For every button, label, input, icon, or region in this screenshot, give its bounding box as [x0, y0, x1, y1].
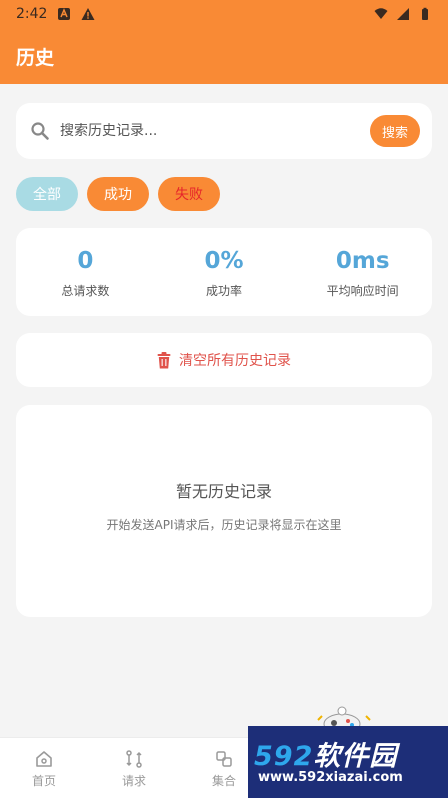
filter-success-chip[interactable]: 成功: [87, 177, 149, 211]
search-icon: [31, 122, 49, 140]
home-icon: [36, 751, 52, 767]
stat-value: 0ms: [335, 247, 390, 274]
nav-item-home[interactable]: 首页: [0, 738, 88, 798]
empty-state-subtitle: 开始发送API请求后，历史记录将显示在这里: [106, 517, 342, 532]
page-title: 历史: [16, 46, 55, 69]
site-watermark: 592软件园 www.592xiazai.com: [248, 704, 448, 798]
app-notification-icon: [58, 8, 71, 20]
stat-value: 0%: [204, 247, 244, 274]
stat-avg-response-time: 0ms 平均响应时间: [293, 228, 432, 316]
stats-card: 0 总请求数 0% 成功率 0ms 平均响应时间: [16, 228, 432, 316]
nav-item-requests[interactable]: 请求: [90, 738, 178, 798]
search-button[interactable]: 搜索: [370, 115, 420, 147]
empty-state-title: 暂无历史记录: [175, 481, 272, 501]
watermark-url: www.592xiazai.com: [258, 770, 403, 785]
clear-history-label: 清空所有历史记录: [179, 353, 291, 369]
status-time: 2:42: [16, 6, 48, 22]
wifi-icon: [374, 8, 388, 19]
stat-label: 总请求数: [61, 283, 110, 298]
empty-state-card: 暂无历史记录 开始发送API请求后，历史记录将显示在这里: [16, 405, 432, 617]
trash-icon: [157, 351, 171, 368]
stat-label: 成功率: [206, 283, 243, 298]
warning-icon: [81, 8, 95, 20]
watermark-brand-number: 592: [254, 741, 314, 772]
battery-icon: [422, 7, 428, 20]
filter-chips: 全部 成功 失败: [16, 177, 220, 211]
search-input[interactable]: [60, 123, 370, 139]
filter-failed-chip[interactable]: 失败: [158, 177, 220, 211]
search-bar: 搜索: [16, 103, 432, 159]
nav-label: 集合: [211, 774, 236, 788]
stat-value: 0: [77, 247, 94, 274]
request-icon: [126, 750, 142, 768]
status-bar: 2:42: [0, 0, 448, 28]
stat-success-rate: 0% 成功率: [155, 228, 294, 316]
filter-all-chip[interactable]: 全部: [16, 177, 78, 211]
stat-total-requests: 0 总请求数: [16, 228, 155, 316]
watermark-brand: 592软件园: [254, 734, 397, 773]
watermark-brand-text: 软件园: [313, 741, 398, 772]
cellular-signal-icon: [397, 8, 409, 20]
nav-label: 请求: [121, 774, 146, 788]
collection-icon: [216, 751, 232, 767]
app-bar: 历史: [0, 28, 448, 84]
clear-history-button[interactable]: 清空所有历史记录: [16, 333, 432, 387]
stat-label: 平均响应时间: [326, 283, 399, 298]
nav-label: 首页: [31, 774, 56, 788]
